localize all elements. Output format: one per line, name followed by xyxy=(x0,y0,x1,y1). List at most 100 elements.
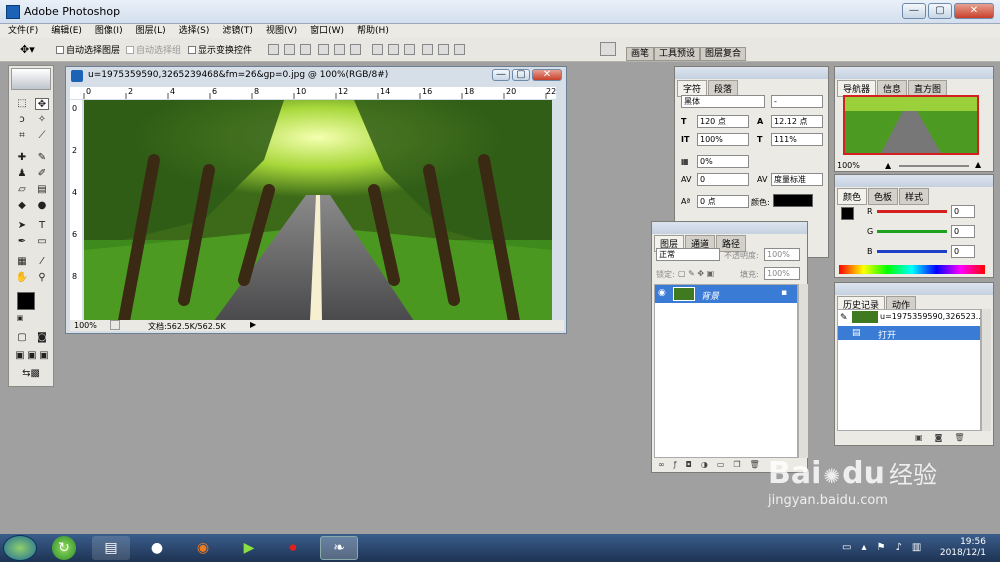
new-layer-icon[interactable]: ❐ xyxy=(733,460,740,472)
new-snapshot-icon[interactable]: ◙ xyxy=(935,433,943,442)
history-brush-icon[interactable]: ✐ xyxy=(35,168,49,180)
menu-filter[interactable]: 滤镜(T) xyxy=(222,24,253,38)
tab-layer-comps[interactable]: 图层复合 xyxy=(700,47,747,61)
qq-icon[interactable]: ● xyxy=(138,536,176,560)
tab-styles[interactable]: 样式 xyxy=(899,188,930,205)
zoom-in-icon[interactable]: ▲ xyxy=(975,160,981,169)
font-family-select[interactable]: 黑体 xyxy=(681,95,765,108)
doc-minimize-button[interactable]: — xyxy=(492,69,510,81)
align-right-icon[interactable] xyxy=(350,44,361,55)
system-clock[interactable]: 19:56 2018/12/1 xyxy=(940,537,986,559)
new-group-icon[interactable]: ▭ xyxy=(717,460,725,472)
layers-scrollbar[interactable] xyxy=(798,284,808,458)
auto-select-layer-option[interactable]: 自动选择图层 xyxy=(56,43,120,56)
menu-window[interactable]: 窗口(W) xyxy=(310,24,344,38)
baseline-shift-field[interactable]: 0 点 xyxy=(697,195,749,208)
layer-row-background[interactable]: ◉ 背景 ▪ xyxy=(655,285,797,303)
eraser-tool-icon[interactable]: ▱ xyxy=(15,184,29,196)
status-arrow-icon[interactable]: ▶ xyxy=(250,320,256,329)
menu-edit[interactable]: 编辑(E) xyxy=(51,24,82,38)
navigator-zoom[interactable]: 100% xyxy=(837,161,860,170)
font-size-field[interactable]: 120 点 xyxy=(697,115,749,128)
standard-mode-icon[interactable]: ▢ xyxy=(15,332,29,344)
photoshop-taskbar-icon[interactable]: ❧ xyxy=(320,536,358,560)
zoom-out-icon[interactable]: ▲ xyxy=(885,161,891,170)
path-select-icon[interactable]: ➤ xyxy=(15,220,29,232)
brush-tool-icon[interactable]: ✎ xyxy=(35,152,49,164)
clone-stamp-icon[interactable]: ♟ xyxy=(15,168,29,180)
navigator-thumbnail[interactable] xyxy=(843,95,979,155)
layer-name[interactable]: 背景 xyxy=(701,289,719,302)
tab-color[interactable]: 颜色 xyxy=(837,188,868,205)
menu-image[interactable]: 图像(I) xyxy=(95,24,123,38)
tab-brushes[interactable]: 画笔 xyxy=(626,47,655,61)
screen-mode-full-icon[interactable]: ▣ xyxy=(37,350,51,362)
crop-tool-icon[interactable]: ⌗ xyxy=(15,130,29,142)
blur-tool-icon[interactable]: ◆ xyxy=(15,200,29,212)
adjustment-layer-icon[interactable]: ◑ xyxy=(701,460,708,472)
flag-icon[interactable]: ⚑ xyxy=(876,542,885,553)
doc-close-button[interactable]: ✕ xyxy=(532,69,562,81)
layer-style-icon[interactable]: ƒ xyxy=(674,460,677,472)
canvas-image[interactable] xyxy=(84,100,552,321)
align-top-icon[interactable] xyxy=(268,44,279,55)
menu-select[interactable]: 选择(S) xyxy=(179,24,210,38)
foreground-color-swatch[interactable] xyxy=(17,292,35,310)
leading-field[interactable]: 12.12 点 xyxy=(771,115,823,128)
magic-wand-tool-icon[interactable]: ✧ xyxy=(35,114,49,126)
value-g[interactable]: 0 xyxy=(951,225,975,238)
menu-view[interactable]: 视图(V) xyxy=(266,24,297,38)
marquee-tool-icon[interactable]: ⬚ xyxy=(15,98,29,110)
volume-icon[interactable]: ♪ xyxy=(895,542,901,553)
healing-brush-icon[interactable]: ✚ xyxy=(15,152,29,164)
kerning-mode-select[interactable]: 度量标准 xyxy=(771,173,823,186)
default-colors-icon[interactable]: ▣ xyxy=(13,312,27,324)
delete-layer-icon[interactable]: 🗑 xyxy=(750,460,760,472)
tray-arrow-icon[interactable]: ▴ xyxy=(861,542,866,553)
firefox-icon[interactable]: ◉ xyxy=(184,536,222,560)
notes-tool-icon[interactable]: ▦ xyxy=(15,256,29,268)
blend-mode-select[interactable]: 正常 xyxy=(656,248,720,261)
distribute-hcenter-icon[interactable] xyxy=(438,44,449,55)
recorder-icon[interactable]: ⏺ xyxy=(274,536,312,560)
show-transform-checkbox[interactable] xyxy=(188,45,196,54)
eyedropper-tool-icon[interactable]: ⁄ xyxy=(35,256,49,268)
zoom-level[interactable]: 100% xyxy=(74,321,97,330)
align-vcenter-icon[interactable] xyxy=(284,44,295,55)
horizontal-scale-field[interactable]: 111% xyxy=(771,133,823,146)
close-button[interactable]: ✕ xyxy=(954,3,994,19)
pen-tool-icon[interactable]: ✒ xyxy=(15,236,29,248)
hand-tool-icon[interactable]: ✋ xyxy=(15,272,29,284)
vertical-scale-field[interactable]: 100% xyxy=(697,133,749,146)
shape-tool-icon[interactable]: ▭ xyxy=(35,236,49,248)
tsume-field[interactable]: 0% xyxy=(697,155,749,168)
lasso-tool-icon[interactable]: ↄ xyxy=(15,114,29,126)
zoom-tool-icon[interactable]: ⚲ xyxy=(35,272,49,284)
align-bottom-icon[interactable] xyxy=(300,44,311,55)
file-browser-icon[interactable] xyxy=(600,42,616,56)
distribute-vcenter-icon[interactable] xyxy=(388,44,399,55)
history-step-row[interactable]: ▤ 打开 xyxy=(838,326,980,341)
dodge-tool-icon[interactable]: ● xyxy=(35,200,49,212)
zoom-slider[interactable] xyxy=(899,165,969,167)
file-explorer-icon[interactable]: ▤ xyxy=(92,536,130,560)
slider-r[interactable] xyxy=(877,210,947,213)
menu-layer[interactable]: 图层(L) xyxy=(136,24,166,38)
slider-b[interactable] xyxy=(877,250,947,253)
add-mask-icon[interactable]: ◘ xyxy=(686,460,692,472)
network-icon[interactable]: ▥ xyxy=(912,542,921,553)
new-document-icon[interactable]: ▣ xyxy=(915,433,923,442)
color-spectrum-bar[interactable] xyxy=(839,265,985,274)
keyboard-icon[interactable]: ▭ xyxy=(842,542,851,553)
lock-icons[interactable]: ▢ ✎ ✥ ▣ xyxy=(678,269,714,278)
snapshot-name[interactable]: u=1975359590,326523... xyxy=(880,312,983,321)
move-tool-icon[interactable]: ✥ xyxy=(35,98,49,110)
minimize-button[interactable]: — xyxy=(902,3,926,19)
text-color-swatch[interactable] xyxy=(773,194,813,207)
delete-state-icon[interactable]: 🗑 xyxy=(954,433,964,442)
slice-tool-icon[interactable]: ⟋ xyxy=(35,130,49,142)
distribute-right-icon[interactable] xyxy=(454,44,465,55)
browser-app-icon[interactable]: ↻ xyxy=(52,536,76,560)
align-hcenter-icon[interactable] xyxy=(334,44,345,55)
move-tool-icon[interactable]: ✥▾ xyxy=(20,43,35,56)
